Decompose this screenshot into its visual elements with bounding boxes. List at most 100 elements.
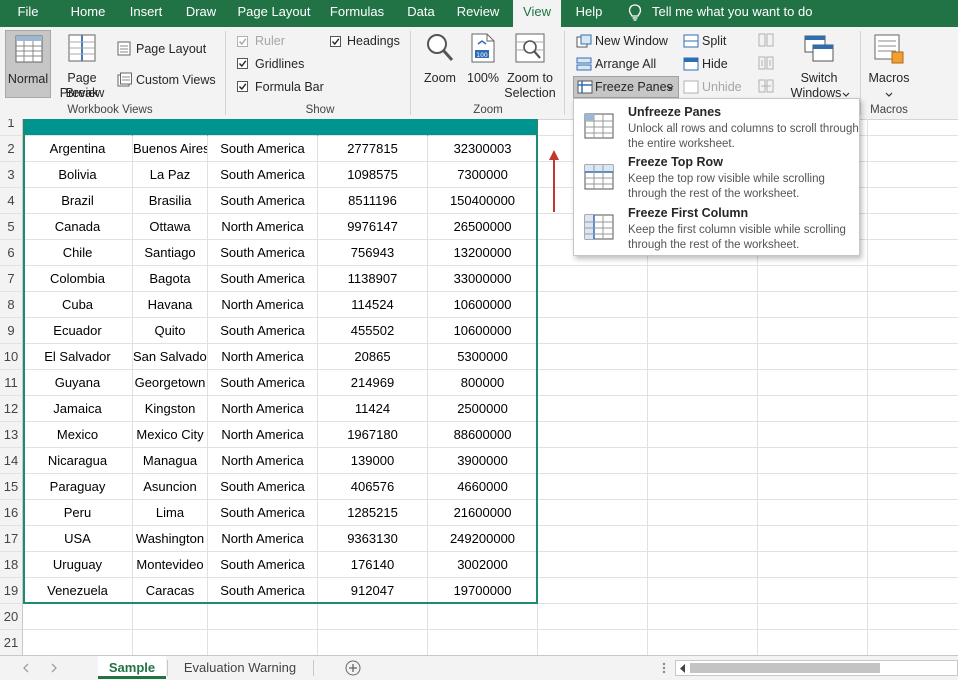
row-header[interactable]: 14 — [0, 448, 23, 474]
row-header[interactable]: 19 — [0, 578, 23, 604]
table-cell[interactable]: Georgetown — [133, 370, 208, 396]
table-cell[interactable] — [758, 370, 868, 396]
table-cell[interactable]: North America — [208, 214, 318, 240]
table-cell[interactable]: Ecuador — [23, 318, 133, 344]
table-cell[interactable] — [758, 474, 868, 500]
table-cell[interactable]: Uruguay — [23, 552, 133, 578]
table-cell[interactable]: USA — [23, 526, 133, 552]
table-header-cell[interactable] — [23, 119, 133, 136]
table-cell[interactable]: Brazil — [23, 188, 133, 214]
table-cell[interactable] — [538, 318, 648, 344]
zoom-100-button[interactable]: 100 100% — [464, 30, 502, 98]
table-cell[interactable] — [648, 396, 758, 422]
page-break-preview-button[interactable]: Page Break Preview — [52, 30, 112, 100]
table-cell[interactable]: North America — [208, 422, 318, 448]
zoom-button[interactable]: Zoom — [418, 30, 462, 98]
tab-home[interactable]: Home — [62, 0, 114, 27]
table-cell[interactable] — [538, 630, 648, 655]
table-cell[interactable]: 406576 — [318, 474, 428, 500]
table-cell[interactable]: Cuba — [23, 292, 133, 318]
table-cell[interactable] — [538, 422, 648, 448]
table-cell[interactable]: Washington — [133, 526, 208, 552]
table-cell[interactable]: 32300003 — [428, 136, 538, 162]
table-cell[interactable] — [758, 448, 868, 474]
table-cell[interactable]: 20865 — [318, 344, 428, 370]
row-header[interactable]: 5 — [0, 214, 23, 240]
table-cell[interactable] — [23, 630, 133, 655]
tab-insert[interactable]: Insert — [124, 0, 168, 27]
table-cell[interactable] — [648, 422, 758, 448]
table-cell[interactable]: 176140 — [318, 552, 428, 578]
table-cell[interactable]: Jamaica — [23, 396, 133, 422]
scrollbar-thumb[interactable] — [690, 663, 880, 673]
table-header-cell[interactable] — [318, 119, 428, 136]
table-cell[interactable]: 214969 — [318, 370, 428, 396]
table-cell[interactable] — [868, 474, 958, 500]
table-cell[interactable]: Peru — [23, 500, 133, 526]
table-cell[interactable] — [538, 370, 648, 396]
table-cell[interactable]: Lima — [133, 500, 208, 526]
row-header[interactable]: 10 — [0, 344, 23, 370]
new-window-button[interactable]: New Window — [595, 34, 668, 48]
table-cell[interactable]: Argentina — [23, 136, 133, 162]
table-cell[interactable]: South America — [208, 552, 318, 578]
normal-view-button[interactable]: Normal — [5, 30, 51, 98]
reset-window-position-icon[interactable] — [758, 79, 774, 96]
row-header[interactable]: 17 — [0, 526, 23, 552]
table-cell[interactable]: North America — [208, 448, 318, 474]
table-cell[interactable]: Kingston — [133, 396, 208, 422]
table-cell[interactable] — [868, 552, 958, 578]
table-cell[interactable]: 13200000 — [428, 240, 538, 266]
table-cell[interactable]: North America — [208, 396, 318, 422]
table-cell[interactable] — [538, 474, 648, 500]
tell-me-search[interactable]: Tell me what you want to do — [652, 0, 814, 27]
table-cell[interactable] — [538, 604, 648, 630]
table-cell[interactable] — [868, 370, 958, 396]
table-header-cell[interactable] — [208, 119, 318, 136]
table-cell[interactable]: Santiago — [133, 240, 208, 266]
more-options-icon[interactable] — [662, 662, 666, 677]
table-cell[interactable] — [758, 396, 868, 422]
view-side-by-side-icon[interactable] — [758, 33, 774, 50]
table-cell[interactable] — [208, 604, 318, 630]
row-header[interactable]: 8 — [0, 292, 23, 318]
tab-review[interactable]: Review — [452, 0, 504, 27]
table-cell[interactable] — [868, 292, 958, 318]
table-cell[interactable]: La Paz — [133, 162, 208, 188]
table-cell[interactable] — [538, 292, 648, 318]
table-cell[interactable]: 8511196 — [318, 188, 428, 214]
table-cell[interactable]: Havana — [133, 292, 208, 318]
table-cell[interactable] — [133, 604, 208, 630]
menu-item-freeze-first-column[interactable]: Freeze First Column Keep the first colum… — [575, 204, 858, 254]
row-header[interactable]: 1 — [0, 119, 23, 136]
table-cell[interactable]: Bolivia — [23, 162, 133, 188]
tab-draw[interactable]: Draw — [180, 0, 222, 27]
table-cell[interactable] — [208, 630, 318, 655]
table-cell[interactable] — [318, 630, 428, 655]
tab-formulas[interactable]: Formulas — [326, 0, 388, 27]
table-cell[interactable] — [868, 422, 958, 448]
row-header[interactable]: 13 — [0, 422, 23, 448]
table-cell[interactable]: 5300000 — [428, 344, 538, 370]
table-cell[interactable]: Bagota — [133, 266, 208, 292]
headings-checkbox[interactable] — [330, 36, 341, 47]
row-header[interactable]: 18 — [0, 552, 23, 578]
table-cell[interactable] — [648, 500, 758, 526]
table-cell[interactable] — [538, 500, 648, 526]
table-cell[interactable] — [648, 578, 758, 604]
macros-button[interactable]: Macros — [866, 30, 912, 98]
table-cell[interactable]: 2777815 — [318, 136, 428, 162]
table-cell[interactable]: North America — [208, 344, 318, 370]
table-cell[interactable] — [648, 526, 758, 552]
row-header[interactable]: 4 — [0, 188, 23, 214]
sheet-tab-sample[interactable]: Sample — [98, 656, 166, 679]
table-cell[interactable]: North America — [208, 292, 318, 318]
table-cell[interactable] — [538, 344, 648, 370]
row-header[interactable]: 16 — [0, 500, 23, 526]
table-cell[interactable]: 4660000 — [428, 474, 538, 500]
table-cell[interactable]: 800000 — [428, 370, 538, 396]
formula-bar-checkbox[interactable] — [237, 81, 248, 92]
row-header[interactable]: 7 — [0, 266, 23, 292]
scroll-left-arrow-icon[interactable] — [679, 664, 686, 673]
table-cell[interactable] — [868, 396, 958, 422]
